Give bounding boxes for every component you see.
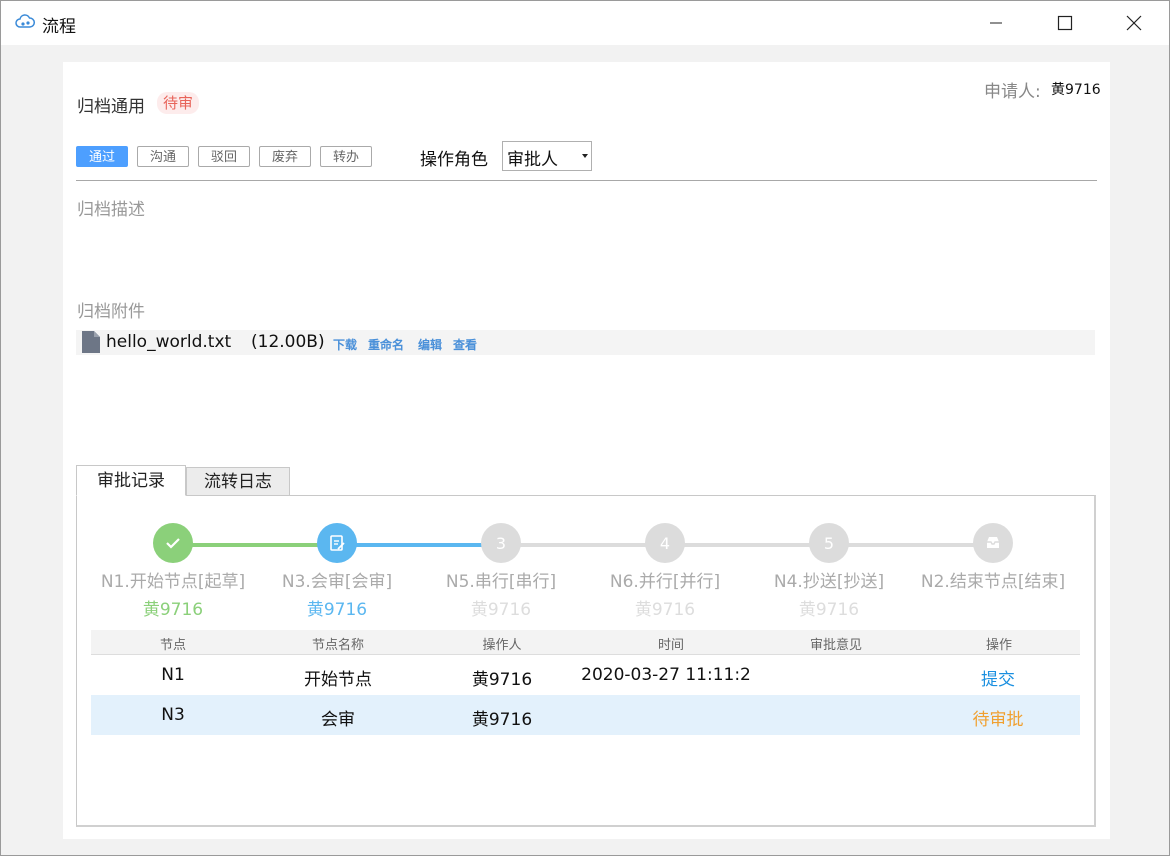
workflow-window: 流程 归档通用 待审 申请人: 黄9716 通过 沟通 驳回 废弃 转办 操作角… xyxy=(0,0,1170,856)
step-4-user: 黄9716 xyxy=(634,600,696,620)
col-opinion: 审批意见 xyxy=(809,638,863,653)
edit-link[interactable]: 编辑 xyxy=(418,336,442,353)
step-5-user: 黄9716 xyxy=(798,600,860,620)
dropdown-arrow-icon xyxy=(582,154,588,158)
applicant-value: 黄9716 xyxy=(1051,82,1101,98)
cell-node: N1 xyxy=(161,665,185,685)
col-node: 节点 xyxy=(159,638,187,653)
minimize-button[interactable] xyxy=(961,1,1031,45)
minimize-icon xyxy=(990,22,1002,24)
cell-operator: 黄9716 xyxy=(471,670,533,690)
step-connector xyxy=(173,543,337,547)
file-icon xyxy=(82,331,100,353)
step-2-circle xyxy=(317,523,357,563)
cell-node: N3 xyxy=(161,705,185,725)
view-link[interactable]: 查看 xyxy=(453,336,477,353)
step-1-circle xyxy=(153,523,193,563)
pending-approval-status: 待审批 xyxy=(972,710,1024,730)
description-label: 归档描述 xyxy=(77,200,145,220)
step-connector xyxy=(829,543,993,547)
col-action: 操作 xyxy=(985,638,1013,653)
step-3-user: 黄9716 xyxy=(470,600,532,620)
step-5-name: N4.抄送[抄送] xyxy=(773,572,885,592)
cell-node-name: 会审 xyxy=(321,710,355,730)
role-select[interactable]: 审批人 xyxy=(502,141,592,171)
transfer-button[interactable]: 转办 xyxy=(320,146,372,167)
maximize-icon xyxy=(1057,15,1073,31)
attachments-label: 归档附件 xyxy=(77,302,145,322)
tab-flow-log[interactable]: 流转日志 xyxy=(186,467,290,496)
rename-link[interactable]: 重命名 xyxy=(368,336,404,353)
step-5-number: 5 xyxy=(823,533,835,553)
col-operator: 操作人 xyxy=(482,638,522,653)
window-title: 流程 xyxy=(42,17,76,37)
step-connector xyxy=(337,543,501,547)
close-icon xyxy=(1126,15,1142,31)
maximize-button[interactable] xyxy=(1030,1,1100,45)
title-bar: 流程 xyxy=(1,1,1169,45)
cloud-flow-icon xyxy=(15,14,35,28)
close-button[interactable] xyxy=(1099,1,1169,45)
role-label: 操作角色 xyxy=(420,150,488,170)
step-connector xyxy=(665,543,829,547)
step-5-circle: 5 xyxy=(809,523,849,563)
approval-records-panel: N1.开始节点[起草] 黄9716 N3.会审[会审] 黄9716 3 N5.串… xyxy=(76,495,1096,827)
records-table-header: 节点 节点名称 操作人 时间 审批意见 操作 xyxy=(91,630,1080,655)
inbox-icon xyxy=(987,537,999,548)
step-3-name: N5.串行[串行] xyxy=(445,572,557,592)
form-card: 归档通用 待审 申请人: 黄9716 通过 沟通 驳回 废弃 转办 操作角色 审… xyxy=(63,62,1110,839)
check-icon xyxy=(166,538,180,549)
file-name[interactable]: hello_world.txt xyxy=(106,332,231,352)
step-4-number: 4 xyxy=(659,533,671,553)
submit-action-link[interactable]: 提交 xyxy=(981,665,1015,690)
reject-button[interactable]: 驳回 xyxy=(198,146,250,167)
step-connector xyxy=(501,543,665,547)
form-title: 归档通用 xyxy=(77,97,145,117)
divider xyxy=(76,180,1097,181)
step-2-user: 黄9716 xyxy=(306,600,368,620)
step-3-number: 3 xyxy=(495,533,507,553)
step-4-name: N6.并行[并行] xyxy=(609,572,721,592)
step-2-name: N3.会审[会审] xyxy=(281,572,393,592)
approve-button[interactable]: 通过 xyxy=(76,146,128,167)
communicate-button[interactable]: 沟通 xyxy=(137,146,189,167)
status-badge: 待审 xyxy=(157,92,200,114)
step-3-circle: 3 xyxy=(481,523,521,563)
cell-node-name: 开始节点 xyxy=(304,670,372,690)
col-time: 时间 xyxy=(657,638,685,653)
table-row: N3 会审 黄9716 待审批 xyxy=(91,695,1080,735)
step-6-name: N2.结束节点[结束] xyxy=(920,572,1066,592)
role-select-value: 审批人 xyxy=(507,150,558,170)
attachment-row: hello_world.txt (12.00B) 下载 重命名 编辑 查看 xyxy=(76,330,1095,355)
cell-operator: 黄9716 xyxy=(471,710,533,730)
file-size: (12.00B) xyxy=(251,332,325,352)
step-1-name: N1.开始节点[起草] xyxy=(100,572,246,592)
step-6-circle xyxy=(973,523,1013,563)
tab-approval-records[interactable]: 审批记录 xyxy=(76,465,186,496)
col-node-name: 节点名称 xyxy=(311,638,365,653)
edit-document-icon xyxy=(330,535,345,551)
applicant-label: 申请人: xyxy=(984,82,1041,102)
download-link[interactable]: 下载 xyxy=(333,336,357,353)
step-4-circle: 4 xyxy=(645,523,685,563)
table-row: N1 开始节点 黄9716 2020-03-27 11:11:2 提交 xyxy=(91,655,1080,695)
cell-time: 2020-03-27 11:11:2 xyxy=(581,665,751,685)
step-1-user: 黄9716 xyxy=(142,600,204,620)
discard-button[interactable]: 废弃 xyxy=(259,146,311,167)
